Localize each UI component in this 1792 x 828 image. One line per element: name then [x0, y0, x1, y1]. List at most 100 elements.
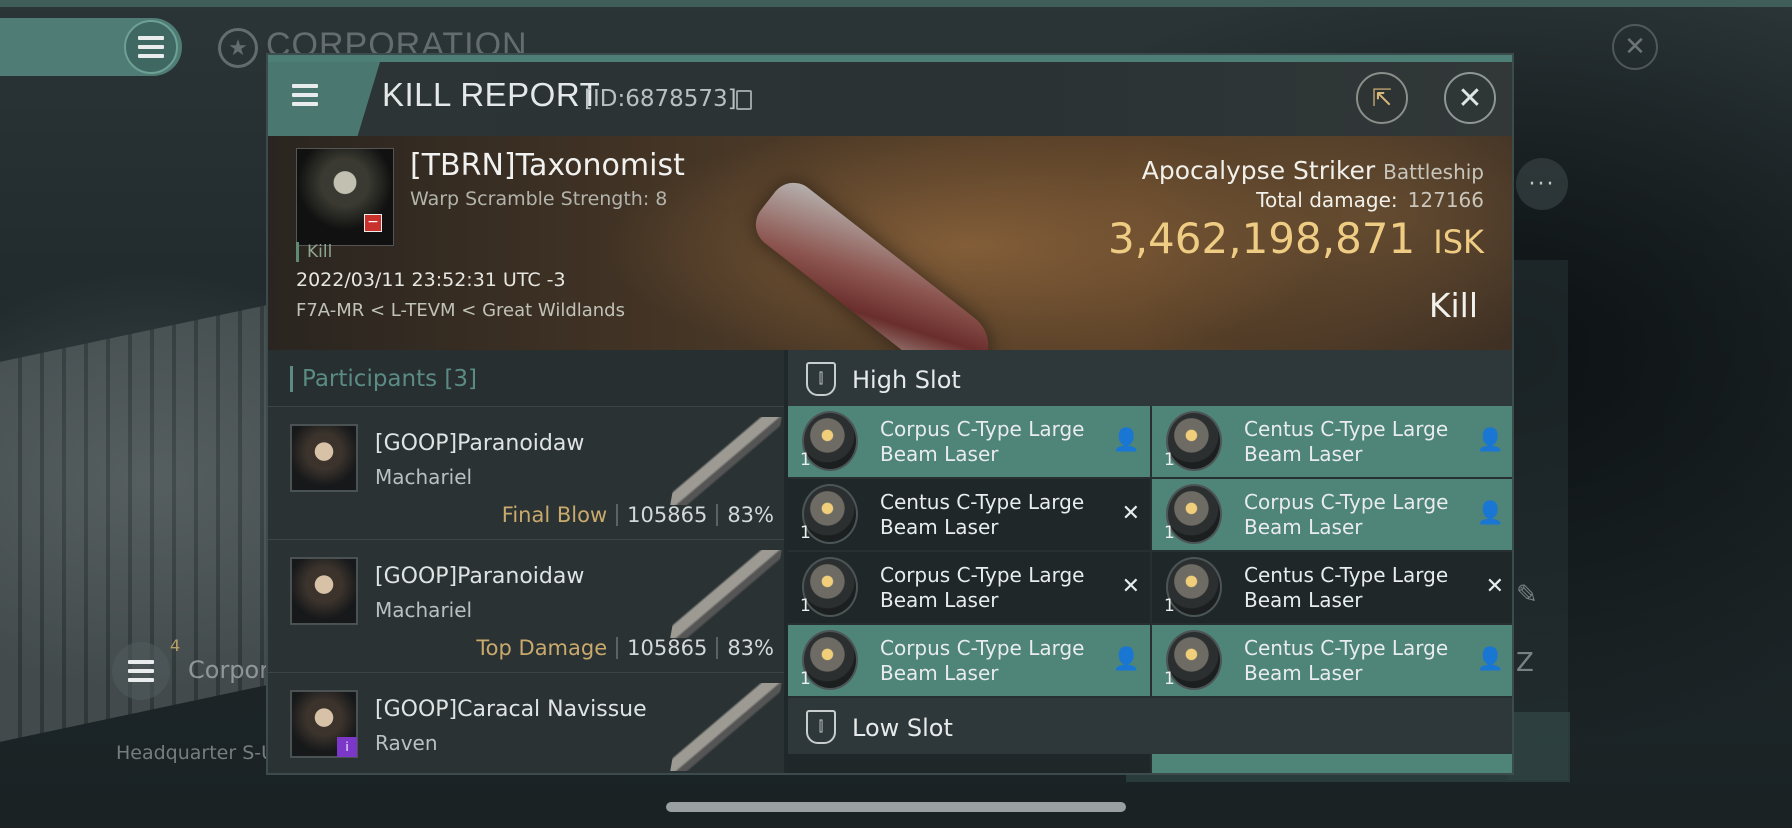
participant-stats: Top Damage 105865 83% — [476, 636, 774, 660]
slot-item[interactable] — [1152, 754, 1512, 773]
headquarter-label: Headquarter S-U — [116, 742, 276, 764]
high-slot-header: ⫿ High Slot — [788, 350, 1512, 406]
dropped-person-icon: 👤 — [1112, 647, 1140, 672]
slot-item[interactable]: 1 Corpus C-Type Large Beam Laser ✕ — [788, 552, 1150, 623]
low-slot-header: ⫿ Low Slot — [788, 698, 1512, 754]
info-badge-icon: i — [337, 737, 357, 757]
slot-quantity: 1 — [1164, 596, 1175, 616]
victim-banner: − [TBRN]Taxonomist Warp Scramble Strengt… — [268, 136, 1512, 395]
slot-item-name: Centus C-Type Large Beam Laser — [1244, 636, 1449, 685]
slot-shield-icon: ⫿ — [806, 362, 836, 396]
participant-ship-render — [670, 550, 782, 638]
home-indicator[interactable] — [666, 802, 1126, 812]
slot-quantity: 1 — [1164, 669, 1175, 689]
victim-name[interactable]: [TBRN]Taxonomist — [410, 148, 685, 183]
slot-item-name: Centus C-Type Large Beam Laser — [1244, 417, 1449, 466]
high-slot-title: High Slot — [852, 366, 961, 394]
total-damage: Total damage: 127166 — [1256, 188, 1484, 212]
slot-item[interactable]: 1 Corpus C-Type Large Beam Laser 👤 — [788, 625, 1150, 696]
participants-header: Participants [3] — [268, 350, 784, 406]
participant-row[interactable]: [GOOP]Paranoidaw Machariel Top Damage 105… — [268, 539, 784, 672]
slot-item[interactable]: 1 Corpus C-Type Large Beam Laser 👤 — [1152, 479, 1512, 550]
kill-location[interactable]: F7A-MR < L-TEVM < Great Wildlands — [296, 300, 625, 321]
participant-role: Top Damage — [476, 636, 608, 660]
dropped-person-icon: 👤 — [1476, 501, 1504, 526]
hamburger-icon — [292, 84, 318, 106]
dropped-person-icon: 👤 — [1476, 428, 1504, 453]
background-close-icon[interactable]: ✕ — [1612, 24, 1658, 70]
participants-count: [3] — [444, 366, 478, 392]
dialog-header: KILL REPORT [ID:6878573] ⇱ ✕ — [268, 62, 1512, 136]
isk-amount: 3,462,198,871 — [1107, 214, 1416, 263]
slot-quantity: 1 — [800, 523, 811, 543]
slot-item-name: Corpus C-Type Large Beam Laser — [880, 563, 1085, 612]
fitting-panel: ⫿ High Slot 1 Corpus C-Type Large Beam La… — [788, 350, 1512, 773]
dialog-title: KILL REPORT — [382, 76, 601, 113]
slot-item-name: Centus C-Type Large Beam Laser — [880, 490, 1085, 539]
top-accent-line — [0, 0, 1792, 7]
ship-name: Apocalypse Striker — [1141, 156, 1376, 185]
copy-icon[interactable] — [736, 90, 752, 110]
slot-item[interactable]: 1 Centus C-Type Large Beam Laser 👤 — [1152, 406, 1512, 477]
isk-value: 3,462,198,871 ISK — [1108, 214, 1484, 263]
background-side-panel — [1508, 260, 1568, 780]
star-icon: ★ — [218, 28, 258, 68]
report-id: [ID:6878573] — [584, 86, 737, 112]
participant-name: [GOOP]Caracal Navissue — [375, 697, 647, 722]
dialog-menu-button[interactable] — [268, 62, 380, 136]
participant-row[interactable]: i [GOOP]Caracal Navissue Raven — [268, 672, 784, 773]
low-slot-title: Low Slot — [852, 714, 953, 742]
slot-item[interactable]: 1 Corpus C-Type Large Beam Laser 👤 — [788, 406, 1150, 477]
participant-percent: 83% — [727, 503, 774, 527]
close-icon[interactable]: ✕ — [1444, 72, 1496, 124]
slot-quantity: 1 — [800, 669, 811, 689]
kill-datetime: 2022/03/11 23:52:31 UTC -3 — [296, 269, 566, 291]
dropped-person-icon: 👤 — [1476, 647, 1504, 672]
dropped-person-icon: 👤 — [1112, 428, 1140, 453]
result-label: Kill — [1428, 286, 1478, 325]
destroyed-x-icon: ✕ — [1485, 574, 1504, 599]
main-menu-button[interactable] — [0, 18, 182, 76]
hamburger-icon — [124, 20, 178, 74]
sort-icon[interactable]: Z — [1516, 648, 1556, 688]
destroyed-x-icon: ✕ — [1121, 501, 1140, 526]
slot-item-name: Corpus C-Type Large Beam Laser — [880, 636, 1085, 685]
slot-shield-icon: ⫿ — [806, 710, 836, 744]
participants-panel: Participants [3] [GOOP]Paranoidaw Machar… — [268, 350, 784, 773]
destroyed-x-icon: ✕ — [1121, 574, 1140, 599]
damage-label: Total damage: — [1256, 188, 1398, 212]
participant-role: Final Blow — [501, 503, 608, 527]
victim-ship[interactable]: Apocalypse Striker Battleship — [1142, 156, 1484, 185]
participant-ship: Machariel — [375, 598, 473, 622]
dialog-top-accent — [268, 55, 1512, 62]
slot-item-name: Centus C-Type Large Beam Laser — [1244, 563, 1449, 612]
standing-minus-icon: − — [364, 214, 382, 232]
share-icon[interactable]: ⇱ — [1356, 72, 1408, 124]
participants-label: Participants — [302, 366, 438, 392]
participant-name: [GOOP]Paranoidaw — [375, 431, 585, 456]
slot-item[interactable] — [788, 754, 1150, 773]
slot-quantity: 1 — [800, 596, 811, 616]
isk-unit: ISK — [1433, 223, 1484, 261]
slot-item-name: Corpus C-Type Large Beam Laser — [1244, 490, 1449, 539]
ship-class: Battleship — [1383, 160, 1484, 184]
participant-avatar[interactable] — [290, 424, 358, 492]
slot-quantity: 1 — [1164, 450, 1175, 470]
slot-item[interactable]: 1 Centus C-Type Large Beam Laser ✕ — [788, 479, 1150, 550]
participant-avatar[interactable] — [290, 557, 358, 625]
slot-item-name: Corpus C-Type Large Beam Laser — [880, 417, 1085, 466]
more-options-button[interactable]: ··· — [1516, 158, 1568, 210]
participant-avatar[interactable]: i — [290, 690, 358, 758]
participant-name: [GOOP]Paranoidaw — [375, 564, 585, 589]
slot-item[interactable]: 1 Centus C-Type Large Beam Laser ✕ — [1152, 552, 1512, 623]
low-slot-grid — [788, 754, 1512, 773]
participant-ship: Raven — [375, 731, 438, 755]
participant-row[interactable]: [GOOP]Paranoidaw Machariel Final Blow 105… — [268, 406, 784, 539]
kill-tag: Kill — [296, 242, 332, 262]
slot-quantity: 1 — [1164, 523, 1175, 543]
participant-damage: 105865 — [627, 503, 708, 527]
slot-item[interactable]: 1 Centus C-Type Large Beam Laser 👤 — [1152, 625, 1512, 696]
participant-damage: 105865 — [627, 636, 708, 660]
edit-icon[interactable]: ✎ — [1516, 580, 1556, 620]
corporation-icon[interactable] — [112, 642, 170, 700]
